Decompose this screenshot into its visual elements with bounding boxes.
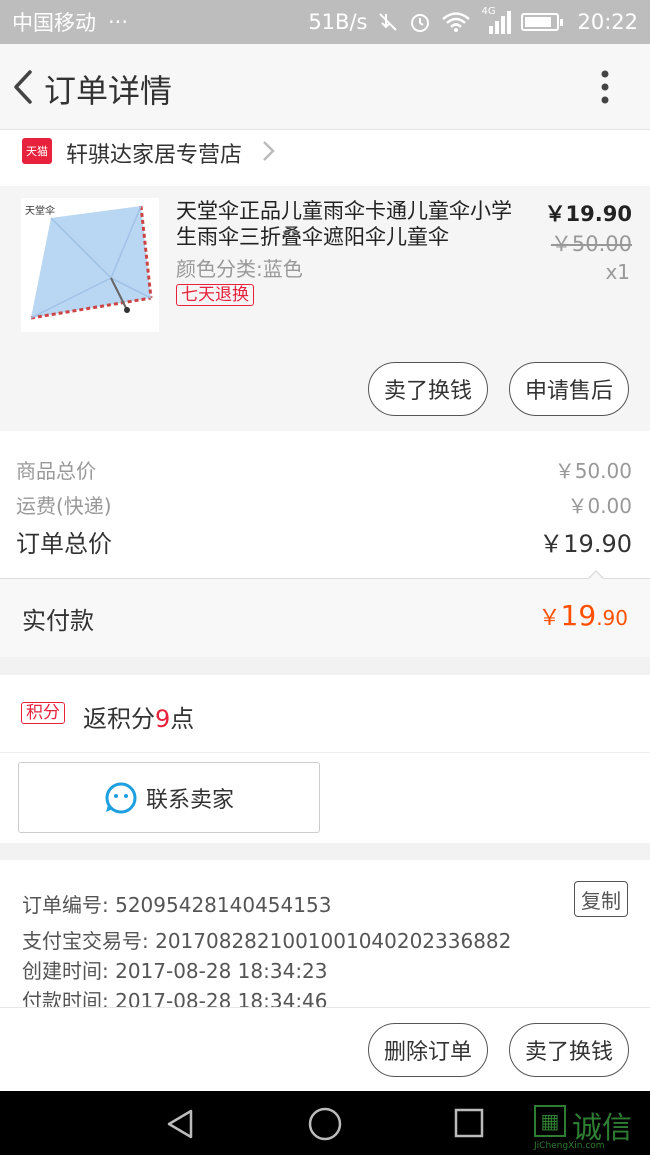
more-options-icon[interactable] bbox=[590, 66, 620, 108]
points-number: 9 bbox=[155, 705, 171, 733]
points-text: 返积分9点 bbox=[83, 699, 194, 734]
tmall-logo-icon: 天猫 bbox=[22, 138, 52, 164]
product-spec: 颜色分类:蓝色 bbox=[176, 257, 303, 281]
points-row: 积分 返积分9点 bbox=[0, 675, 650, 753]
chat-bubble-icon bbox=[105, 782, 137, 813]
shop-row[interactable]: 天猫 轩骐达家居专营店 bbox=[0, 130, 650, 186]
contact-section: 联系卖家 bbox=[0, 753, 650, 843]
order-number: 订单编号: 52095428140454153 bbox=[22, 893, 332, 917]
product-quantity: x1 bbox=[605, 260, 630, 284]
battery-icon bbox=[521, 13, 564, 31]
after-sales-button[interactable]: 申请售后 bbox=[509, 362, 629, 416]
shipping-value: ￥0.00 bbox=[567, 494, 632, 518]
back-arrow-icon[interactable] bbox=[6, 64, 46, 110]
bottom-action-bar: 删除订单 卖了换钱 bbox=[0, 1007, 650, 1091]
product-price: ￥19.90 bbox=[544, 202, 632, 226]
amount-paid-value: ￥19.90 bbox=[539, 599, 628, 632]
copy-order-number-button[interactable]: 复制 bbox=[574, 881, 628, 917]
carrier-label: 中国移动 bbox=[12, 11, 96, 35]
order-info: 订单编号: 52095428140454153 支付宝交易号: 20170828… bbox=[0, 860, 650, 1013]
paid-currency: ￥ bbox=[538, 606, 561, 631]
watermark-subtext: JiChengXin.com bbox=[534, 1141, 605, 1151]
shipping-label: 运费(快递) bbox=[16, 494, 112, 518]
created-time: 创建时间: 2017-08-28 18:34:23 bbox=[22, 959, 328, 983]
notification-dots: ··· bbox=[108, 10, 129, 34]
page-title: 订单详情 bbox=[44, 72, 173, 110]
network-type-label: 4G bbox=[481, 6, 496, 17]
network-speed: 51B/s bbox=[308, 10, 368, 34]
status-bar: 中国移动 ··· 51B/s 4G 20:22 bbox=[0, 0, 650, 44]
sell-for-cash-bottom-button[interactable]: 卖了换钱 bbox=[509, 1023, 629, 1077]
umbrella-image bbox=[30, 205, 153, 320]
points-prefix: 返积分 bbox=[83, 705, 155, 733]
product-image-brand: 天堂伞 bbox=[25, 206, 55, 217]
paid-decimal: .90 bbox=[596, 606, 628, 630]
return-policy-badge: 七天退换 bbox=[176, 284, 254, 306]
watermark-logo: ▦ 诚信 JiChengXin.com bbox=[532, 1103, 650, 1151]
mute-icon bbox=[379, 13, 398, 31]
delete-order-button[interactable]: 删除订单 bbox=[368, 1023, 488, 1077]
points-suffix: 点 bbox=[170, 705, 195, 733]
watermark-mark: ▦ bbox=[534, 1105, 566, 1137]
product-thumbnail[interactable]: 天堂伞 bbox=[21, 198, 159, 332]
amount-paid-row: 实付款 ￥19.90 bbox=[0, 579, 650, 657]
points-badge: 积分 bbox=[21, 702, 65, 724]
subtotal-label: 商品总价 bbox=[16, 459, 96, 483]
product-original-price: ￥50.00 bbox=[550, 232, 632, 256]
subtotal-value: ￥50.00 bbox=[554, 459, 632, 483]
app-bar: 订单详情 bbox=[0, 44, 650, 130]
contact-seller-button[interactable]: 联系卖家 bbox=[18, 762, 320, 833]
nav-home-icon[interactable] bbox=[307, 1106, 343, 1142]
contact-seller-label: 联系卖家 bbox=[145, 787, 234, 813]
signal-icon: 4G bbox=[481, 6, 512, 34]
amount-paid-label: 实付款 bbox=[22, 607, 94, 635]
product-card[interactable]: 天堂伞 天堂伞正品儿童雨伞卡通儿童伞小学生雨伞三折叠伞遮阳伞儿童伞 颜色分类:蓝… bbox=[0, 186, 650, 431]
wifi-icon bbox=[442, 12, 471, 32]
alarm-icon bbox=[411, 14, 430, 32]
clock-time: 20:22 bbox=[577, 10, 638, 34]
nav-back-icon[interactable] bbox=[163, 1107, 197, 1141]
product-title[interactable]: 天堂伞正品儿童雨伞卡通儿童伞小学生雨伞三折叠伞遮阳伞儿童伞 bbox=[176, 198, 521, 250]
order-total-label: 订单总价 bbox=[16, 530, 112, 558]
shop-name[interactable]: 轩骐达家居专营店 bbox=[66, 137, 242, 169]
system-nav-bar: ▦ 诚信 JiChengXin.com bbox=[0, 1091, 650, 1155]
paid-integer: 19 bbox=[560, 599, 597, 632]
price-summary: 商品总价 ￥50.00 运费(快递) ￥0.00 订单总价 ￥19.90 bbox=[0, 431, 650, 579]
alipay-trade-number: 支付宝交易号: 2017082821001001040202336882 bbox=[22, 929, 512, 953]
order-total-value: ￥19.90 bbox=[539, 530, 632, 558]
nav-recents-icon[interactable] bbox=[453, 1107, 485, 1139]
chevron-right-icon bbox=[263, 141, 275, 161]
sell-for-cash-button[interactable]: 卖了换钱 bbox=[368, 362, 488, 416]
